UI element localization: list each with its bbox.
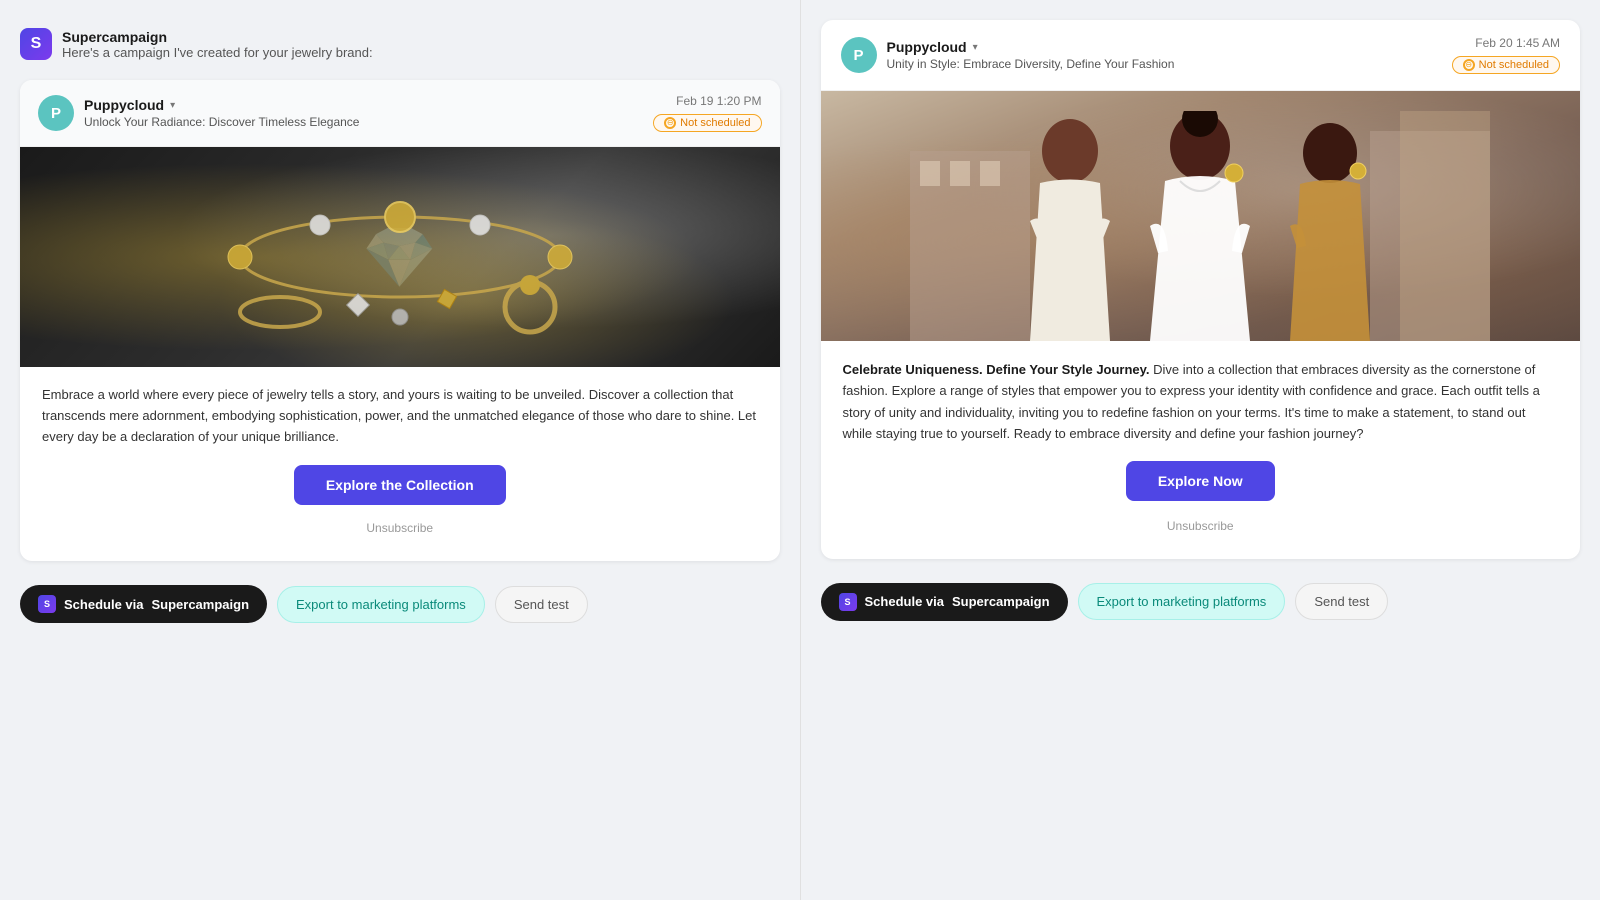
sender-info-1: Puppycloud ▾ Unlock Your Radiance: Disco… [84, 97, 359, 129]
supercampaign-icon-left: S [38, 595, 56, 613]
email-body-text-1: Embrace a world where every piece of jew… [42, 385, 758, 447]
email-content-2: Celebrate Uniqueness. Define Your Style … [821, 341, 1581, 559]
app-icon-symbol: S [31, 35, 42, 53]
sender-subject-1: Unlock Your Radiance: Discover Timeless … [84, 115, 359, 129]
not-scheduled-icon-1: ⊖ [664, 117, 676, 129]
sender-name-row-1: Puppycloud ▾ [84, 97, 359, 113]
email-date-1: Feb 19 1:20 PM [676, 94, 761, 108]
not-scheduled-label-1: Not scheduled [680, 117, 750, 129]
unsubscribe-link-1[interactable]: Unsubscribe [42, 521, 758, 535]
schedule-brand-left: Supercampaign [151, 597, 249, 612]
email-card-1: P Puppycloud ▾ Unlock Your Radiance: Dis… [20, 80, 780, 561]
app-icon: S [20, 28, 52, 60]
not-scheduled-icon-2: ⊖ [1463, 59, 1475, 71]
sender-name-2: Puppycloud [887, 39, 967, 55]
export-button-left[interactable]: Export to marketing platforms [277, 586, 485, 623]
email-sender-2: P Puppycloud ▾ Unity in Style: Embrace D… [841, 37, 1175, 73]
email-body-text-2: Celebrate Uniqueness. Define Your Style … [843, 359, 1559, 445]
unsubscribe-link-2[interactable]: Unsubscribe [843, 519, 1559, 533]
explore-collection-button[interactable]: Explore the Collection [294, 465, 506, 505]
sender-avatar-1: P [38, 95, 74, 131]
sender-chevron-1[interactable]: ▾ [170, 100, 175, 111]
explore-now-button[interactable]: Explore Now [1126, 461, 1275, 501]
jewelry-svg [150, 167, 650, 347]
email-sender-1: P Puppycloud ▾ Unlock Your Radiance: Dis… [38, 95, 359, 131]
schedule-button-left[interactable]: S Schedule via Supercampaign [20, 585, 267, 623]
sender-info-2: Puppycloud ▾ Unity in Style: Embrace Div… [887, 39, 1175, 71]
supercampaign-icon-right: S [839, 593, 857, 611]
action-bar-left: S Schedule via Supercampaign Export to m… [20, 573, 780, 623]
sender-name-row-2: Puppycloud ▾ [887, 39, 1175, 55]
email-card-2: P Puppycloud ▾ Unity in Style: Embrace D… [821, 20, 1581, 559]
sender-subject-2: Unity in Style: Embrace Diversity, Defin… [887, 57, 1175, 71]
email-content-1: Embrace a world where every piece of jew… [20, 367, 780, 561]
not-scheduled-label-2: Not scheduled [1479, 59, 1549, 71]
app-name: Supercampaign [62, 29, 373, 45]
email-date-2: Feb 20 1:45 AM [1475, 36, 1560, 50]
email-bold-intro: Celebrate Uniqueness. Define Your Style … [843, 362, 1150, 377]
app-description: Here's a campaign I've created for your … [62, 45, 373, 60]
jewelry-image [20, 147, 780, 367]
chat-header-text: Supercampaign Here's a campaign I've cre… [62, 29, 373, 60]
action-bar-right: S Schedule via Supercampaign Export to m… [821, 571, 1581, 621]
fashion-image [821, 91, 1581, 341]
email-header-2: P Puppycloud ▾ Unity in Style: Embrace D… [821, 20, 1581, 91]
sender-avatar-2: P [841, 37, 877, 73]
send-test-button-left[interactable]: Send test [495, 586, 588, 623]
sender-name-1: Puppycloud [84, 97, 164, 113]
email-meta-1: Feb 19 1:20 PM ⊖ Not scheduled [653, 94, 761, 132]
right-panel: P Puppycloud ▾ Unity in Style: Embrace D… [801, 0, 1600, 900]
not-scheduled-badge-2: ⊖ Not scheduled [1452, 56, 1560, 74]
not-scheduled-badge-1: ⊖ Not scheduled [653, 114, 761, 132]
schedule-button-right[interactable]: S Schedule via Supercampaign [821, 583, 1068, 621]
fashion-svg [910, 111, 1490, 341]
schedule-label-right: Schedule via [865, 594, 944, 609]
schedule-brand-right: Supercampaign [952, 594, 1050, 609]
email-header-1: P Puppycloud ▾ Unlock Your Radiance: Dis… [20, 80, 780, 147]
schedule-label-left: Schedule via [64, 597, 143, 612]
send-test-button-right[interactable]: Send test [1295, 583, 1388, 620]
chat-header: S Supercampaign Here's a campaign I've c… [20, 20, 780, 68]
email-meta-2: Feb 20 1:45 AM ⊖ Not scheduled [1452, 36, 1560, 74]
sender-chevron-2[interactable]: ▾ [973, 42, 978, 53]
left-panel: S Supercampaign Here's a campaign I've c… [0, 0, 800, 900]
export-button-right[interactable]: Export to marketing platforms [1078, 583, 1286, 620]
